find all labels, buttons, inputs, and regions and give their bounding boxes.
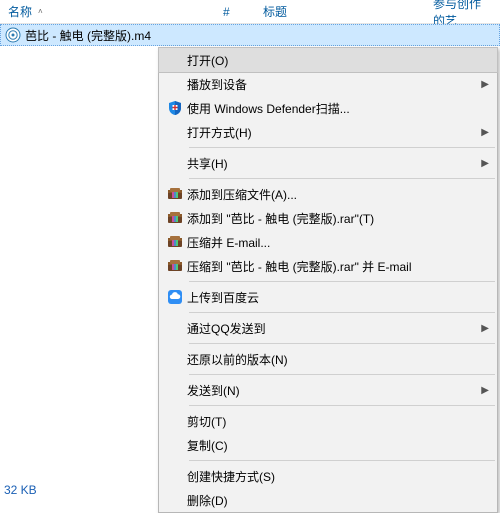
menu-rar-add[interactable]: 添加到压缩文件(A)... [159, 182, 497, 206]
menu-open-with[interactable]: 打开方式(H) ▶ [159, 120, 497, 144]
menu-separator [189, 405, 495, 406]
menu-share[interactable]: 共享(H) ▶ [159, 151, 497, 175]
menu-separator [189, 460, 495, 461]
menu-rar-email-named-label: 压缩到 "芭比 - 触电 (完整版).rar" 并 E-mail [187, 258, 489, 275]
menu-delete[interactable]: 删除(D) [159, 488, 497, 512]
menu-restore-versions[interactable]: 还原以前的版本(N) [159, 347, 497, 371]
status-bar: 32 KB [4, 483, 37, 497]
submenu-arrow-icon: ▶ [481, 323, 489, 334]
menu-cast-to-device[interactable]: 播放到设备 ▶ [159, 72, 497, 96]
sort-ascending-icon: ˄ [38, 7, 43, 16]
menu-rar-email[interactable]: 压缩并 E-mail... [159, 230, 497, 254]
menu-cast-label: 播放到设备 [187, 76, 475, 93]
menu-separator [189, 343, 495, 344]
menu-separator [189, 374, 495, 375]
menu-separator [189, 312, 495, 313]
column-header-num-label: # [223, 5, 230, 19]
baidu-cloud-icon [163, 289, 187, 305]
menu-baidu-cloud[interactable]: 上传到百度云 [159, 285, 497, 309]
column-header-artist[interactable]: 参与创作的艺 [425, 0, 500, 23]
submenu-arrow-icon: ▶ [481, 385, 489, 396]
winrar-icon [163, 186, 187, 202]
column-header-name[interactable]: 名称 ˄ [0, 0, 215, 23]
menu-copy[interactable]: 复制(C) [159, 433, 497, 457]
menu-copy-label: 复制(C) [187, 437, 489, 454]
menu-rar-add-named[interactable]: 添加到 "芭比 - 触电 (完整版).rar"(T) [159, 206, 497, 230]
menu-rar-email-named[interactable]: 压缩到 "芭比 - 触电 (完整版).rar" 并 E-mail [159, 254, 497, 278]
column-header-name-label: 名称 [8, 3, 32, 20]
menu-send-to-label: 发送到(N) [187, 382, 475, 399]
winrar-icon [163, 210, 187, 226]
winrar-icon [163, 258, 187, 274]
column-header-title-label: 标题 [263, 3, 287, 20]
menu-separator [189, 147, 495, 148]
menu-cut[interactable]: 剪切(T) [159, 409, 497, 433]
context-menu: 打开(O) 播放到设备 ▶ 使用 Windows Defender扫描... 打… [158, 47, 498, 513]
menu-rar-add-label: 添加到压缩文件(A)... [187, 186, 489, 203]
submenu-arrow-icon: ▶ [481, 127, 489, 138]
menu-defender-scan[interactable]: 使用 Windows Defender扫描... [159, 96, 497, 120]
column-header-num[interactable]: # [215, 0, 255, 23]
menu-shortcut-label: 创建快捷方式(S) [187, 468, 489, 485]
menu-open[interactable]: 打开(O) [159, 48, 497, 72]
menu-open-with-label: 打开方式(H) [187, 124, 475, 141]
menu-share-label: 共享(H) [187, 155, 475, 172]
menu-separator [189, 281, 495, 282]
menu-open-label: 打开(O) [187, 52, 489, 69]
menu-rar-email-label: 压缩并 E-mail... [187, 234, 489, 251]
file-name-label: 芭比 - 触电 (完整版).m4 [25, 27, 151, 44]
menu-defender-label: 使用 Windows Defender扫描... [187, 100, 489, 117]
menu-baidu-label: 上传到百度云 [187, 289, 489, 306]
menu-cut-label: 剪切(T) [187, 413, 489, 430]
menu-qq-label: 通过QQ发送到 [187, 320, 475, 337]
menu-create-shortcut[interactable]: 创建快捷方式(S) [159, 464, 497, 488]
winrar-icon [163, 234, 187, 250]
menu-delete-label: 删除(D) [187, 492, 489, 509]
submenu-arrow-icon: ▶ [481, 158, 489, 169]
file-list: 芭比 - 触电 (完整版).m4 [0, 24, 500, 46]
menu-rar-add-named-label: 添加到 "芭比 - 触电 (完整版).rar"(T) [187, 210, 489, 227]
audio-file-icon [5, 27, 21, 43]
menu-send-to[interactable]: 发送到(N) ▶ [159, 378, 497, 402]
file-row[interactable]: 芭比 - 触电 (完整版).m4 [0, 24, 500, 46]
defender-shield-icon [163, 100, 187, 116]
status-size-label: 32 KB [4, 483, 37, 497]
menu-separator [189, 178, 495, 179]
column-header-row: 名称 ˄ # 标题 参与创作的艺 [0, 0, 500, 24]
menu-qq-send[interactable]: 通过QQ发送到 ▶ [159, 316, 497, 340]
submenu-arrow-icon: ▶ [481, 79, 489, 90]
menu-restore-label: 还原以前的版本(N) [187, 351, 489, 368]
column-header-title[interactable]: 标题 [255, 0, 425, 23]
